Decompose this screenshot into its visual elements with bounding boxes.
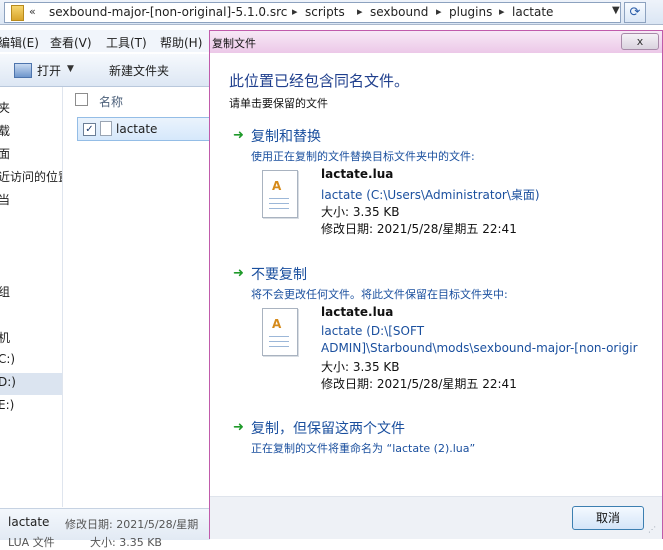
nav-item-drive[interactable]: D:)	[0, 375, 16, 389]
toolbar: 打开 ▼ 新建文件夹	[0, 54, 210, 87]
resize-grip-icon[interactable]: ⋰	[648, 525, 658, 535]
option-description: 使用正在复制的文件替换目标文件夹中的文件:	[251, 150, 475, 163]
breadcrumb-item[interactable]: sexbound	[370, 5, 428, 19]
lua-file-icon: A	[262, 308, 298, 356]
nav-item-drive[interactable]: C:)	[0, 352, 15, 366]
dialog-title: 复制文件	[212, 37, 256, 50]
file-modified-date: 修改日期: 2021/5/28/星期五 22:41	[321, 377, 517, 391]
green-arrow-icon: ➜	[233, 266, 244, 281]
chevron-down-icon[interactable]: ▼	[612, 5, 620, 16]
chevron-left-icon[interactable]: «	[29, 5, 36, 18]
open-folder-icon	[14, 63, 32, 78]
option-copy-replace[interactable]: ➜ 复制和替换 使用正在复制的文件替换目标文件夹中的文件: A lactate.…	[230, 125, 650, 237]
file-list: 名称 ✓ lactate	[63, 87, 212, 507]
dialog-footer: 取消 ⋰	[210, 496, 662, 539]
nav-item-drive[interactable]: E:)	[0, 398, 14, 412]
open-button[interactable]: 打开	[37, 62, 61, 79]
file-path-continued: ADMIN]\Starbound\mods\sexbound-major-[no…	[321, 341, 638, 355]
folder-icon	[11, 5, 24, 21]
file-name: lactate.lua	[321, 305, 394, 319]
chevron-right-icon[interactable]: ▸	[357, 5, 363, 18]
chevron-right-icon[interactable]: ▸	[292, 5, 298, 18]
nav-item[interactable]: 夹	[0, 99, 10, 116]
lua-file-icon: A	[262, 170, 298, 218]
close-button[interactable]: x	[621, 33, 659, 50]
nav-item[interactable]: 面	[0, 145, 10, 162]
green-arrow-icon: ➜	[233, 128, 244, 143]
dialog-title-bar[interactable]: 复制文件 x	[210, 31, 662, 53]
breadcrumb-item[interactable]: lactate	[512, 5, 553, 19]
option-description: 正在复制的文件将重命名为 “lactate (2).lua”	[251, 442, 476, 455]
breadcrumb-item[interactable]: plugins	[449, 5, 492, 19]
refresh-button[interactable]: ⟳	[624, 2, 646, 23]
chevron-right-icon[interactable]: ▸	[499, 5, 505, 18]
details-file-type: LUA 文件	[8, 536, 55, 549]
option-description: 将不会更改任何文件。将此文件保留在目标文件夹中:	[251, 288, 508, 301]
details-pane: lactate 修改日期: 2021/5/28/星期 LUA 文件 大小: 3.…	[0, 508, 210, 549]
breadcrumb-item[interactable]: sexbound-major-[non-original]-5.1.0.src	[49, 5, 287, 19]
breadcrumb-item[interactable]: scripts	[305, 5, 345, 19]
menu-bar: 编辑(E) 查看(V) 工具(T) 帮助(H)	[0, 30, 210, 52]
copy-file-dialog: 复制文件 x 此位置已经包含同名文件。 请单击要保留的文件 ➜ 复制和替换 使用…	[209, 30, 663, 539]
details-modified-date: 修改日期: 2021/5/28/星期	[65, 518, 199, 531]
file-name: lactate.lua	[321, 167, 394, 181]
option-keep-both[interactable]: ➜ 复制，但保留这两个文件 正在复制的文件将重命名为 “lactate (2).…	[230, 417, 650, 459]
green-arrow-icon: ➜	[233, 420, 244, 435]
refresh-icon: ⟳	[629, 5, 641, 20]
nav-item[interactable]: 组	[0, 283, 10, 300]
option-title: 不要复制	[251, 267, 307, 283]
menu-edit[interactable]: 编辑(E)	[0, 34, 39, 51]
dialog-subheading: 请单击要保留的文件	[229, 97, 328, 110]
chevron-right-icon[interactable]: ▸	[436, 5, 442, 18]
navigation-pane: 夹 载 面 近访问的位置 当 组 机 C:) D:) E:)	[0, 87, 63, 507]
nav-item[interactable]: 近访问的位置	[0, 168, 62, 185]
file-icon	[100, 121, 112, 136]
address-field[interactable]: « sexbound-major-[non-original]-5.1.0.sr…	[4, 2, 621, 23]
item-checkbox[interactable]: ✓	[83, 123, 96, 136]
file-size: 大小: 3.35 KB	[321, 360, 400, 374]
file-path: lactate (C:\Users\Administrator\桌面)	[321, 188, 540, 202]
file-name: lactate	[116, 122, 158, 136]
nav-item[interactable]: 当	[0, 191, 10, 208]
close-icon: x	[636, 35, 644, 48]
option-dont-copy[interactable]: ➜ 不要复制 将不会更改任何文件。将此文件保留在目标文件夹中: A lactat…	[230, 263, 650, 393]
chevron-down-icon[interactable]: ▼	[67, 64, 74, 74]
column-header-name[interactable]: 名称	[99, 93, 123, 110]
file-size: 大小: 3.35 KB	[321, 205, 400, 219]
file-path: lactate (D:\[SOFT	[321, 324, 425, 338]
cancel-button[interactable]: 取消	[572, 506, 644, 530]
select-all-checkbox[interactable]	[75, 93, 88, 106]
details-file-size: 大小: 3.35 KB	[90, 536, 162, 549]
menu-help[interactable]: 帮助(H)	[160, 34, 202, 51]
menu-tools[interactable]: 工具(T)	[106, 34, 147, 51]
nav-item[interactable]: 载	[0, 122, 10, 139]
new-folder-button[interactable]: 新建文件夹	[109, 62, 169, 79]
address-bar: « sexbound-major-[non-original]-5.1.0.sr…	[0, 0, 663, 25]
file-modified-date: 修改日期: 2021/5/28/星期五 22:41	[321, 222, 517, 236]
option-title: 复制和替换	[251, 129, 321, 145]
dialog-heading: 此位置已经包含同名文件。	[229, 72, 410, 90]
option-title: 复制，但保留这两个文件	[251, 421, 405, 437]
nav-item[interactable]: 机	[0, 329, 10, 346]
details-file-name: lactate	[8, 515, 50, 529]
list-item[interactable]: ✓ lactate	[77, 117, 212, 141]
menu-view[interactable]: 查看(V)	[50, 34, 92, 51]
